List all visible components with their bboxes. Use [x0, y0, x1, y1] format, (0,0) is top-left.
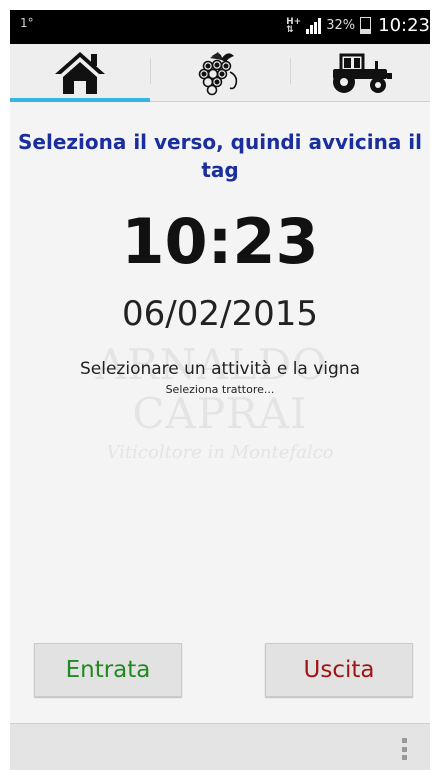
- enter-button[interactable]: Entrata: [34, 643, 182, 697]
- battery-icon: [360, 17, 372, 34]
- bottom-action-bar: [10, 723, 430, 770]
- status-clock: 10:23: [378, 15, 430, 36]
- activity-prompt[interactable]: Selezionare un attività e la vigna: [10, 359, 430, 379]
- signal-icon: [306, 17, 322, 34]
- tab-bar: [10, 44, 430, 102]
- tractor-prompt[interactable]: Seleziona trattore...: [10, 383, 430, 396]
- status-right-group: H+ ⇅ 32% 10:23: [286, 15, 430, 36]
- exit-button[interactable]: Uscita: [265, 643, 413, 697]
- tractor-icon: [333, 53, 392, 93]
- status-indicator: 1°: [20, 16, 34, 30]
- selected-tab-indicator: [10, 98, 150, 102]
- tab-vineyard[interactable]: [150, 44, 290, 101]
- current-time: 10:23: [121, 205, 319, 278]
- tab-home[interactable]: [10, 44, 150, 101]
- watermark-subtitle: Viticoltore in Montefalco: [106, 442, 334, 463]
- tab-tractor[interactable]: [290, 44, 430, 101]
- current-date: 06/02/2015: [122, 294, 318, 334]
- status-bar: 1° H+ ⇅ 32% 10:23: [10, 10, 430, 44]
- phone-screen: 1° H+ ⇅ 32% 10:23 ARNALDO-CAPRAI Viticol…: [10, 10, 430, 770]
- overflow-menu-icon[interactable]: [402, 738, 408, 760]
- instruction-text: Seleziona il verso, quindi avvicina il t…: [18, 130, 422, 182]
- network-type-icon: H+ ⇅: [286, 16, 302, 35]
- battery-percent: 32%: [326, 18, 356, 33]
- home-icon: [55, 51, 105, 94]
- grapes-icon: [198, 51, 238, 95]
